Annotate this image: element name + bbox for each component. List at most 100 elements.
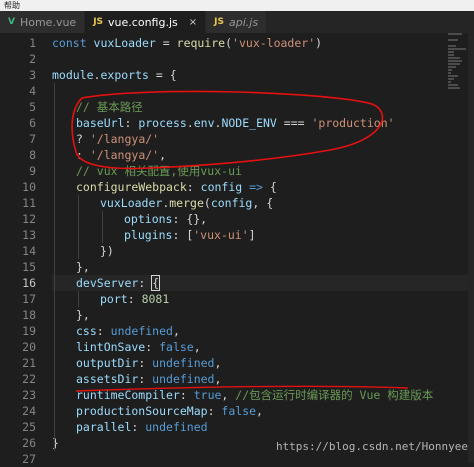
- code-line[interactable]: ? '/langya/': [52, 131, 159, 147]
- code-token: 'vux-loader': [232, 36, 316, 50]
- tab-label: Home.vue: [19, 15, 77, 29]
- code-token: :: [207, 404, 222, 418]
- code-token: }): [100, 244, 114, 258]
- line-number: 15: [22, 260, 36, 274]
- code-token: },: [76, 260, 90, 274]
- code-line[interactable]: // 基本路径: [52, 99, 143, 115]
- line-number: 22: [22, 372, 36, 386]
- code-token: baseUrl: [76, 116, 125, 130]
- vertical-scrollbar[interactable]: [468, 33, 474, 463]
- code-token: : {},: [172, 212, 208, 226]
- code-area[interactable]: const vuxLoader = require('vux-loader') m…: [52, 33, 474, 463]
- line-number: 4: [29, 84, 36, 98]
- watermark: https://blog.csdn.net/Honnyee: [275, 440, 468, 453]
- code-token: 'production': [311, 116, 395, 130]
- code-token: {: [262, 180, 277, 194]
- tab-home-vue[interactable]: V Home.vue: [0, 11, 86, 33]
- code-token: ,: [214, 356, 222, 370]
- code-token: : [: [172, 228, 194, 242]
- line-number: 25: [22, 420, 36, 434]
- code-token: process: [138, 116, 187, 130]
- minimap-line: [448, 33, 462, 35]
- line-number: 20: [22, 340, 36, 354]
- code-line[interactable]: css: undefined,: [52, 323, 180, 339]
- code-token: {: [151, 275, 161, 291]
- line-number: 19: [22, 324, 36, 338]
- code-token: ,: [214, 372, 222, 386]
- code-line[interactable]: configureWebpack: config => {: [52, 179, 277, 195]
- code-token: undefined: [145, 420, 208, 434]
- code-line[interactable]: devServer: {: [52, 275, 474, 291]
- line-number: 5: [29, 100, 36, 114]
- code-line[interactable]: },: [52, 307, 90, 323]
- code-token: ?: [76, 132, 90, 146]
- code-line[interactable]: plugins: ['vux-ui']: [52, 227, 256, 243]
- line-number: 27: [22, 452, 36, 466]
- code-token: :: [138, 356, 153, 370]
- close-tab-icon[interactable]: ×: [189, 17, 197, 28]
- code-token: :: [186, 180, 201, 194]
- minimap[interactable]: [446, 33, 468, 93]
- minimap-line: [448, 45, 456, 47]
- line-number: 24: [22, 404, 36, 418]
- code-token: =>: [249, 180, 263, 194]
- minimap-line: [448, 75, 458, 77]
- line-number: 18: [22, 308, 36, 322]
- minimap-line: [448, 66, 456, 68]
- code-editor[interactable]: 1 2 3 4 5 6 7 8 9 10 11 12 13 14 15 16 17 18 19 20 21 22 23 24 2…: [0, 33, 474, 466]
- code-line[interactable]: port: 8081: [52, 291, 169, 307]
- minimap-line: [448, 48, 466, 50]
- code-line[interactable]: lintOnSave: false,: [52, 339, 201, 355]
- vue-file-icon: V: [8, 16, 15, 27]
- minimap-line: [448, 63, 460, 65]
- code-token: const: [52, 36, 94, 50]
- code-line[interactable]: assetsDir: undefined,: [52, 371, 221, 387]
- code-token: 'vux-ui': [193, 228, 249, 242]
- minimap-line: [448, 84, 458, 86]
- code-line[interactable]: runtimeCompiler: true, //包含运行时编译器的 Vue 构…: [52, 387, 433, 403]
- code-line[interactable]: }): [52, 243, 114, 259]
- code-token: :: [145, 340, 160, 354]
- code-line[interactable]: : '/langya/',: [52, 147, 166, 163]
- code-token: plugins: [124, 228, 173, 242]
- minimap-line: [448, 39, 458, 41]
- code-line[interactable]: options: {},: [52, 211, 207, 227]
- line-number: 10: [22, 180, 36, 194]
- line-number: 21: [22, 356, 36, 370]
- line-number: 16: [22, 276, 36, 290]
- minimap-line: [448, 51, 454, 53]
- minimap-line: [448, 69, 452, 71]
- code-token: false: [221, 404, 257, 418]
- indent-guide: [78, 195, 79, 259]
- tab-api-js[interactable]: JS api.js: [206, 11, 268, 33]
- line-number: 13: [22, 228, 36, 242]
- code-token: options: [124, 212, 173, 226]
- code-line[interactable]: const vuxLoader = require('vux-loader'): [52, 35, 322, 51]
- tab-vue-config-js[interactable]: JS vue.config.js ×: [85, 11, 207, 33]
- code-line[interactable]: productionSourceMap: false,: [52, 403, 263, 419]
- code-token: ,: [159, 148, 167, 162]
- line-number: 23: [22, 388, 36, 402]
- code-line[interactable]: module.exports = {: [52, 67, 177, 83]
- line-number: 2: [29, 52, 36, 66]
- code-token: config: [210, 196, 253, 210]
- code-token: = {: [148, 68, 177, 82]
- line-number: 7: [29, 132, 36, 146]
- menu-bar: 帮助: [0, 0, 474, 11]
- code-token: require: [176, 36, 226, 50]
- code-token: ,: [172, 324, 180, 338]
- code-line[interactable]: },: [52, 259, 90, 275]
- code-token: lintOnSave: [76, 340, 146, 354]
- code-token: :: [127, 292, 142, 306]
- code-line[interactable]: baseUrl: process.env.NODE_ENV === 'produ…: [52, 115, 395, 131]
- minimap-line: [448, 78, 454, 80]
- code-line[interactable]: // vux 相关配置,使用vux-ui: [52, 163, 242, 179]
- code-line[interactable]: outputDir: undefined,: [52, 355, 221, 371]
- menu-help[interactable]: 帮助: [4, 1, 20, 10]
- code-line[interactable]: vuxLoader.merge(config, {: [52, 195, 273, 211]
- code-token: ,: [193, 340, 201, 354]
- code-line[interactable]: parallel: undefined: [52, 419, 208, 435]
- indent-guide: [78, 291, 79, 307]
- code-token: :: [138, 276, 153, 290]
- line-number: 8: [29, 148, 36, 162]
